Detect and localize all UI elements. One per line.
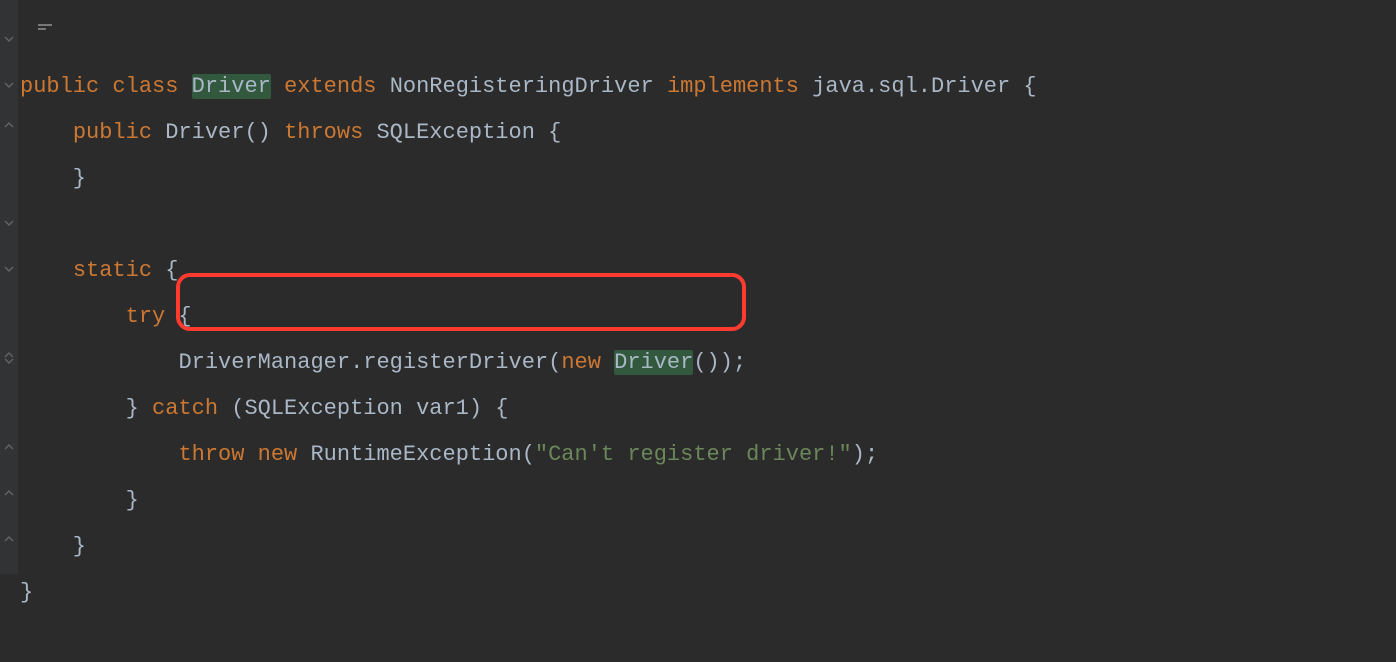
call-suffix: ());: [693, 350, 746, 375]
hint-icon: [38, 2, 52, 8]
keyword-public: public: [73, 120, 152, 145]
code-line: }: [20, 478, 1037, 524]
code-editor-content[interactable]: public class Driver extends NonRegisteri…: [20, 18, 1037, 662]
brace-close: }: [20, 166, 86, 191]
fold-marker-icon[interactable]: [4, 348, 14, 358]
brace: {: [165, 304, 191, 329]
parent-class: NonRegisteringDriver: [390, 74, 654, 99]
keyword-throw: throw: [178, 442, 244, 467]
keyword-public: public: [20, 74, 99, 99]
code-line: static {: [20, 248, 1037, 294]
code-line: public Driver() throws SQLException {: [20, 110, 1037, 156]
fold-marker-icon[interactable]: [4, 36, 14, 46]
keyword-catch: catch: [152, 396, 218, 421]
code-line: public class Driver extends NonRegisteri…: [20, 64, 1037, 110]
editor-gutter: [0, 0, 18, 574]
string-literal: "Can't register driver!": [535, 442, 852, 467]
keyword-new: new: [258, 442, 298, 467]
method-call: DriverManager.registerDriver(: [178, 350, 561, 375]
brace: {: [1010, 74, 1036, 99]
code-line: throw new RuntimeException("Can't regist…: [20, 432, 1037, 478]
class-ref: Driver: [614, 350, 693, 375]
fold-marker-icon[interactable]: [4, 532, 14, 542]
call-suffix: );: [852, 442, 878, 467]
fold-marker-icon[interactable]: [4, 220, 14, 230]
class-name: Driver: [192, 74, 271, 99]
code-line: try {: [20, 294, 1037, 340]
exception-ctor: RuntimeException(: [310, 442, 534, 467]
code-line: [20, 202, 1037, 248]
code-line: } catch (SQLException var1) {: [20, 386, 1037, 432]
keyword-try: try: [126, 304, 166, 329]
fold-marker-icon[interactable]: [4, 486, 14, 496]
brace-close: }: [126, 396, 152, 421]
brace-close: }: [20, 580, 33, 605]
interface-name: java.sql.Driver: [812, 74, 1010, 99]
keyword-extends: extends: [284, 74, 376, 99]
fold-marker-icon[interactable]: [4, 266, 14, 276]
fold-marker-icon[interactable]: [4, 118, 14, 128]
fold-marker-icon[interactable]: [4, 358, 14, 368]
brace: {: [152, 258, 178, 283]
keyword-throws: throws: [284, 120, 363, 145]
fold-marker-icon[interactable]: [4, 82, 14, 92]
keyword-implements: implements: [667, 74, 799, 99]
catch-params: (SQLException var1) {: [218, 396, 508, 421]
code-line: }: [20, 156, 1037, 202]
code-line: DriverManager.registerDriver(new Driver(…: [20, 340, 1037, 386]
brace-close: }: [20, 534, 86, 559]
exception-name: SQLException {: [363, 120, 561, 145]
keyword-class: class: [112, 74, 178, 99]
brace-close: }: [20, 488, 139, 513]
keyword-static: static: [73, 258, 152, 283]
constructor-sig: Driver(): [152, 120, 284, 145]
code-line: }: [20, 524, 1037, 570]
code-line: }: [20, 570, 1037, 616]
fold-marker-icon[interactable]: [4, 440, 14, 450]
keyword-new: new: [561, 350, 601, 375]
